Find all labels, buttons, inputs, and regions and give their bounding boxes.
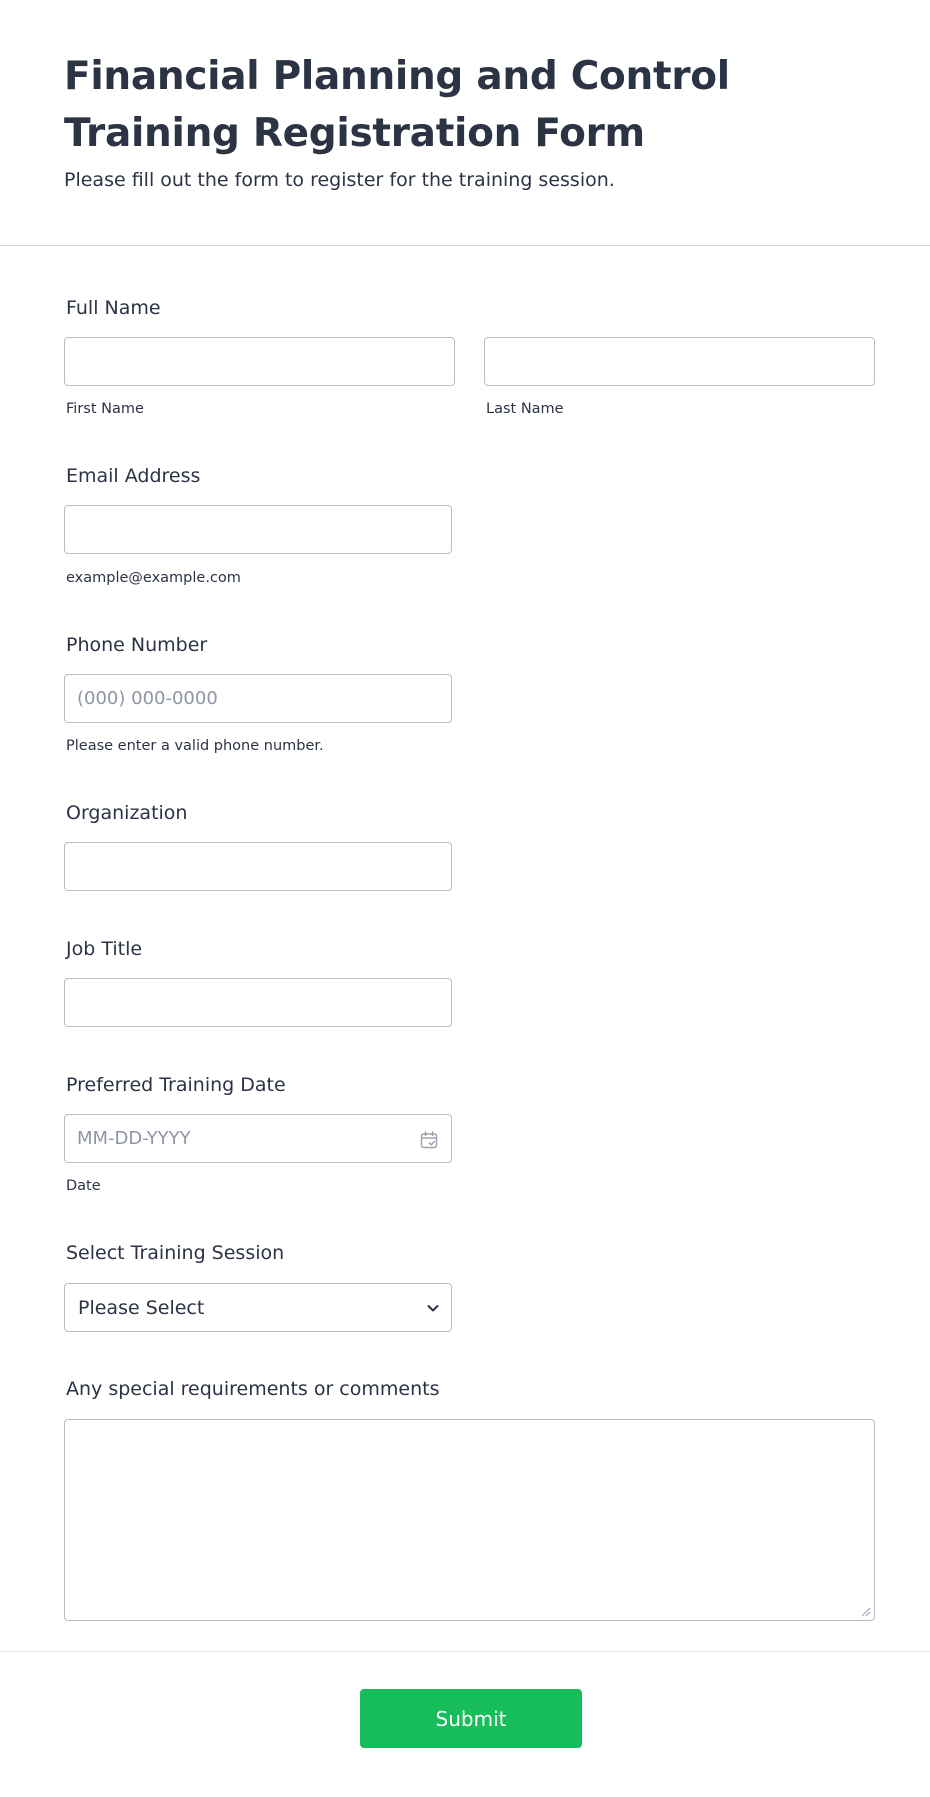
submit-button[interactable]: Submit [360, 1689, 582, 1748]
resize-handle-icon[interactable] [860, 1606, 871, 1617]
comments-textarea[interactable] [64, 1419, 875, 1621]
training-session-selected: Please Select [78, 1297, 205, 1319]
form-subtitle: Please fill out the form to register for… [64, 169, 615, 191]
chevron-down-icon [427, 1305, 439, 1312]
training-date-input[interactable] [64, 1114, 452, 1163]
full-name-label: Full Name [66, 297, 161, 319]
phone-label: Phone Number [66, 634, 208, 656]
training-session-select[interactable]: Please Select [64, 1283, 452, 1332]
training-date-label: Preferred Training Date [66, 1074, 286, 1096]
training-session-label: Select Training Session [66, 1242, 285, 1264]
email-label: Email Address [66, 465, 201, 487]
form-header: Financial Planning and Control Training … [0, 0, 930, 246]
first-name-input[interactable] [64, 337, 455, 386]
organization-input[interactable] [64, 842, 452, 891]
job-title-input[interactable] [64, 978, 452, 1027]
comments-label: Any special requirements or comments [66, 1378, 440, 1400]
phone-input[interactable] [64, 674, 452, 723]
job-title-label: Job Title [66, 938, 143, 960]
calendar-icon[interactable] [419, 1130, 439, 1150]
footer-divider [0, 1651, 930, 1652]
organization-label: Organization [66, 802, 188, 824]
last-name-input[interactable] [484, 337, 875, 386]
email-input[interactable] [64, 505, 452, 554]
phone-sublabel: Please enter a valid phone number. [66, 738, 324, 754]
email-sublabel: example@example.com [66, 570, 241, 586]
first-name-sublabel: First Name [66, 401, 144, 417]
form-title: Financial Planning and Control Training … [64, 54, 730, 156]
last-name-sublabel: Last Name [486, 401, 564, 417]
training-date-sublabel: Date [66, 1178, 101, 1194]
